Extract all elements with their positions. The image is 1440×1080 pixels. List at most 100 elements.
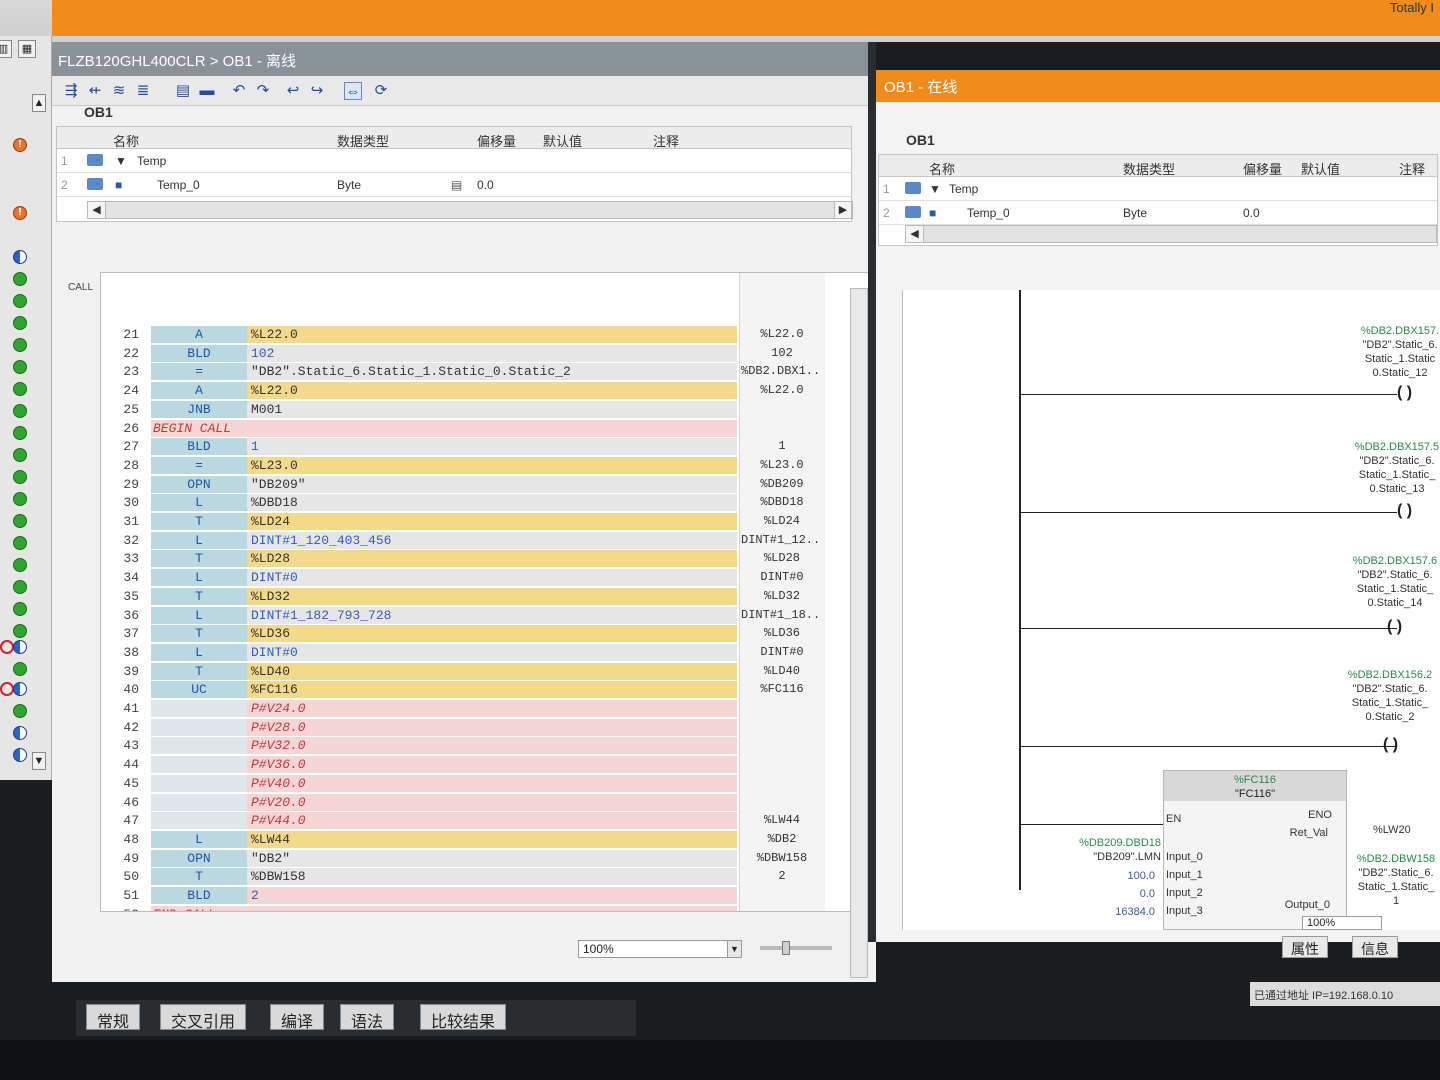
type-picker-icon[interactable]: ▤	[451, 178, 462, 192]
operand: P#V28.0	[251, 719, 306, 735]
stl-line[interactable]: 42 P#V28.0	[101, 718, 869, 737]
operand: %DBD18	[251, 495, 298, 511]
stl-line[interactable]: 22 BLD 102 102	[101, 344, 869, 363]
iface-name: Temp	[137, 154, 167, 168]
stl-line[interactable]: 38 L DINT#0 DINT#0	[101, 643, 869, 662]
delete-network-icon[interactable]: ⇷	[86, 82, 104, 100]
coil-icon[interactable]: ( )	[1383, 736, 1398, 754]
tab-cross-reference[interactable]: 交叉引用	[160, 1004, 247, 1031]
stl-line[interactable]: 29 OPN "DB209" %DB209	[101, 475, 869, 494]
stl-line[interactable]: 36 L DINT#1_182_793_728 DINT#1_18...	[101, 606, 869, 625]
stl-line[interactable]: 39 T %LD40 %LD40	[101, 662, 869, 681]
stl-line[interactable]: 27 BLD 1 1	[101, 437, 869, 456]
stl-line[interactable]: 34 L DINT#0 DINT#0	[101, 568, 869, 587]
zoom-select[interactable]: 100% ▼	[578, 940, 742, 958]
editor-toolbar: ⇶ ⇷ ≋ ≣ ▤ ▬ ↶ ↷ ↩ ↪ ⇔ ⟳	[52, 76, 876, 106]
stl-line[interactable]: 26 BEGIN CALL	[101, 419, 869, 438]
stl-line[interactable]: 37 T %LD36 %LD36	[101, 624, 869, 643]
interface-hscroll[interactable]: ◀	[905, 225, 1437, 243]
stl-line[interactable]: 50 T %DBW158 2	[101, 867, 869, 886]
stl-line[interactable]: 43 P#V32.0	[101, 736, 869, 755]
tab-info[interactable]: 信息	[1352, 936, 1398, 958]
status-bar: 已通过地址 IP=192.168.0.10	[1250, 982, 1440, 1006]
stl-line[interactable]: 25 JNB M001	[101, 400, 869, 419]
col-offset: 偏移量	[477, 134, 517, 149]
operand: 1	[251, 439, 259, 455]
interface-row[interactable]: 1 ▼ Temp	[57, 149, 851, 173]
interface-row[interactable]: 1 ▼ Temp	[879, 177, 1437, 201]
coil-icon[interactable]: ( )	[1397, 502, 1412, 520]
stl-line[interactable]: 30 L %DBD18 %DBD18	[101, 493, 869, 512]
stl-line[interactable]: 28 = %L23.0 %L23.0	[101, 456, 869, 475]
go-to-next-icon[interactable]: ↷	[254, 82, 272, 100]
stl-line[interactable]: 33 T %LD28 %LD28	[101, 549, 869, 568]
stl-line[interactable]: 45 P#V40.0	[101, 774, 869, 793]
expand-icon[interactable]: ▼	[929, 182, 941, 196]
previous-diff-icon[interactable]: ↩	[284, 82, 302, 100]
comment-icon[interactable]: ≋	[110, 82, 128, 100]
stl-line[interactable]: 21 A %L22.0 %L22.0	[101, 325, 869, 344]
pane-divider[interactable]	[868, 42, 876, 942]
tree-view-icon[interactable]: ▦	[18, 40, 36, 58]
stl-line[interactable]: 35 T %LD32 %LD32	[101, 587, 869, 606]
stl-line[interactable]: 49 OPN "DB2" %DBW158	[101, 849, 869, 868]
interface-row[interactable]: 2 ■ Temp_0 Byte 0.0	[879, 201, 1437, 225]
zoom-slider[interactable]	[760, 941, 832, 955]
stl-line[interactable]: 32 L DINT#1_120_403_456 DINT#1_12...	[101, 531, 869, 550]
zoom-slider-knob[interactable]	[782, 941, 790, 955]
fc116-block[interactable]: %FC116 "FC116" EN ENO Ret_Val Input_0 In…	[1163, 770, 1347, 930]
stl-line[interactable]: 46 P#V20.0	[101, 793, 869, 812]
col-type: 数据类型	[337, 134, 390, 149]
chevron-down-icon[interactable]: ▼	[727, 941, 741, 957]
next-diff-icon[interactable]: ↪	[308, 82, 326, 100]
tab-compare-result[interactable]: 比较结果	[420, 1004, 507, 1031]
interface-row[interactable]: 2 ■ Temp_0 Byte ▤ 0.0	[57, 173, 851, 197]
stl-code-editor[interactable]: 21 A %L22.0 %L22.0 22 BLD 102 102 23 = "DB2".Stati…	[100, 272, 870, 912]
stl-line[interactable]: 47 P#V44.0 %LW44	[101, 811, 869, 830]
stl-line[interactable]: 41 P#V24.0	[101, 699, 869, 718]
operand: %L22.0	[251, 327, 298, 342]
scroll-up-icon[interactable]: ▲	[32, 94, 46, 112]
insert-network-icon[interactable]: ⇶	[62, 82, 80, 100]
opcode-cell	[151, 812, 247, 830]
status-ok-icon	[13, 404, 27, 418]
sync-scroll-icon[interactable]: ⇔	[344, 82, 362, 100]
stl-line[interactable]: 44 P#V36.0	[101, 755, 869, 774]
line-number: 40	[123, 682, 139, 698]
tab-syntax[interactable]: 语法	[340, 1004, 395, 1031]
online-zoom[interactable]: 100%	[1302, 916, 1382, 930]
expand-icon[interactable]: ▼	[115, 154, 127, 168]
line-number: 39	[123, 663, 139, 679]
stl-line[interactable]: 40 UC %FC116 %FC116	[101, 680, 869, 699]
stl-line[interactable]: 23 = "DB2".Static_6.Static_1.Static_0.Stat…	[101, 362, 869, 381]
stl-line[interactable]: 24 A %L22.0 %L22.0	[101, 381, 869, 400]
stl-line[interactable]: 52 END CALL	[101, 905, 869, 911]
open-all-icon[interactable]: ▤	[174, 82, 192, 100]
pin-icon	[87, 178, 103, 190]
scroll-left-icon[interactable]: ◀	[906, 226, 924, 242]
scroll-left-icon[interactable]: ◀	[88, 202, 106, 218]
stl-line[interactable]: 51 BLD 2	[101, 886, 869, 905]
scroll-right-icon[interactable]: ▶	[834, 202, 852, 218]
tab-properties[interactable]: 属性	[1282, 936, 1328, 958]
input2-value: 0.0	[1139, 888, 1155, 900]
line-number: 43	[123, 738, 139, 754]
stl-line[interactable]: 48 L %LW44 %DB2	[101, 830, 869, 849]
go-to-previous-icon[interactable]: ↶	[230, 82, 248, 100]
tab-compile[interactable]: 编译	[270, 1004, 325, 1031]
close-all-icon[interactable]: ▬	[198, 82, 216, 100]
coil-icon[interactable]: ( )	[1397, 384, 1412, 402]
input3-value: 16384.0	[1115, 906, 1155, 918]
line-number: 22	[123, 345, 139, 361]
refresh-icon[interactable]: ⟳	[372, 82, 390, 100]
ladder-network[interactable]: ( ) ( ) ( ) ( ) %DB2.DBX157. "DB2".Static…	[902, 290, 1440, 930]
editor-vscroll[interactable]	[850, 288, 868, 978]
uncomment-icon[interactable]: ≣	[134, 82, 152, 100]
stl-line[interactable]: 31 T %LD24 %LD24	[101, 512, 869, 531]
coil-icon[interactable]: ( )	[1387, 618, 1402, 636]
interface-hscroll[interactable]: ◀ ▶	[87, 201, 853, 219]
scroll-down-icon[interactable]: ▼	[32, 752, 46, 770]
tab-general[interactable]: 常规	[86, 1004, 141, 1031]
tree-toggle-icon[interactable]: ▥	[0, 40, 12, 58]
interface-table: 名称 数据类型 偏移量 默认值 注释 1 ▼ Temp 2 ■ Temp_0 B…	[56, 126, 853, 222]
